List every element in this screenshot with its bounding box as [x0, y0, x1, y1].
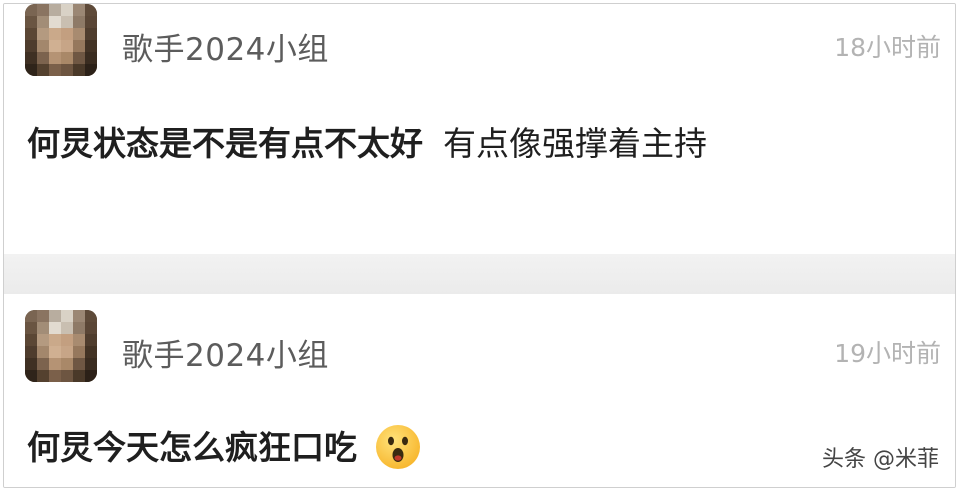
- comment-text: 何炅今天怎么疯狂口吃: [27, 421, 421, 473]
- comment-main-text: 何炅今天怎么疯狂口吃: [27, 428, 357, 467]
- comment-card[interactable]: 歌手2024小组 19小时前 何炅今天怎么疯狂口吃: [4, 294, 955, 487]
- avatar[interactable]: [25, 4, 97, 76]
- username[interactable]: 歌手2024小组: [122, 330, 329, 375]
- pixelated-avatar-icon: [25, 310, 97, 382]
- comment-text: 何炅状态是不是有点不太好 有点像强撑着主持: [27, 117, 707, 165]
- comment-main-text: 何炅状态是不是有点不太好: [27, 124, 423, 163]
- post-separator: [4, 254, 955, 294]
- timestamp: 18小时前: [834, 33, 941, 62]
- astonished-face-icon: [375, 424, 421, 470]
- comment-card[interactable]: 歌手2024小组 18小时前 何炅状态是不是有点不太好 有点像强撑着主持: [4, 4, 955, 254]
- pixelated-avatar-icon: [25, 4, 97, 76]
- comment-feed: 歌手2024小组 18小时前 何炅状态是不是有点不太好 有点像强撑着主持 歌手2…: [3, 3, 956, 488]
- watermark: 头条 @米菲: [822, 447, 939, 472]
- timestamp: 19小时前: [834, 339, 941, 368]
- username[interactable]: 歌手2024小组: [122, 24, 329, 69]
- avatar[interactable]: [25, 310, 97, 382]
- comment-extra-text: 有点像强撑着主持: [443, 124, 707, 163]
